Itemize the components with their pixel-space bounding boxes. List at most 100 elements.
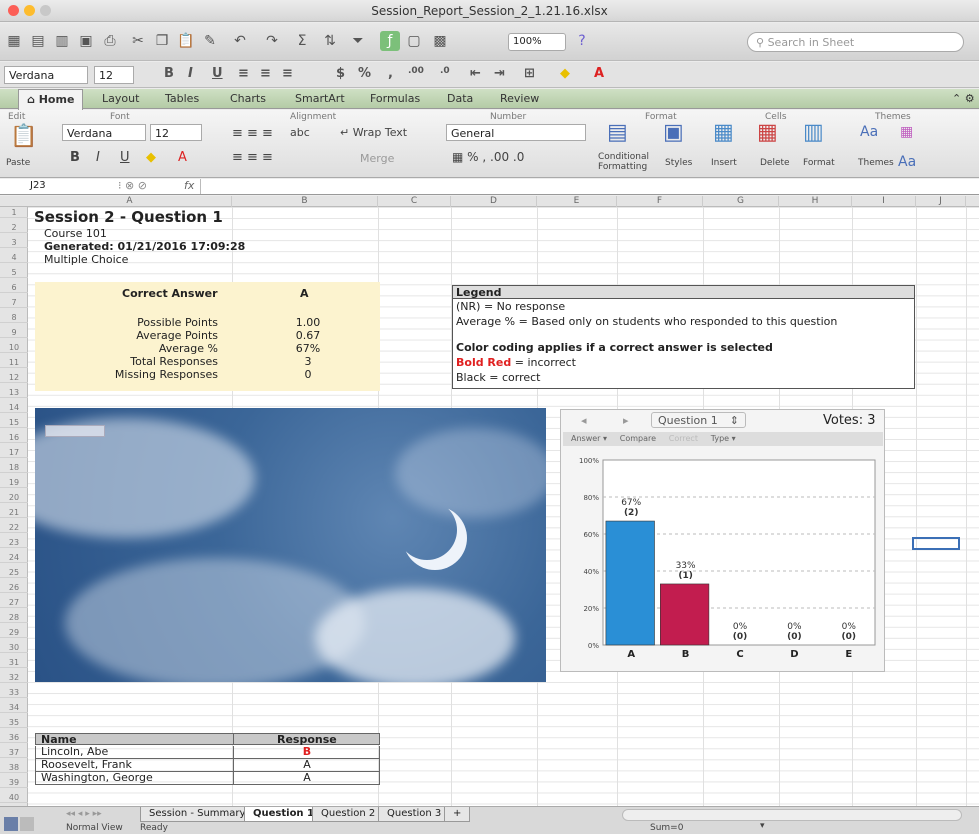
- delete-button[interactable]: Delete: [760, 158, 790, 168]
- themes-button[interactable]: Themes: [858, 158, 894, 168]
- fx-icon[interactable]: fx: [184, 179, 194, 192]
- new-workbook-icon[interactable]: ▦: [4, 31, 24, 51]
- cut-icon[interactable]: ✂: [128, 31, 148, 51]
- comma-icon[interactable]: ,: [388, 66, 393, 81]
- row-header[interactable]: 13: [0, 387, 28, 398]
- format-painter-icon[interactable]: ✎: [200, 31, 220, 51]
- column-header[interactable]: D: [451, 196, 537, 207]
- themes-icon[interactable]: Aa: [860, 124, 878, 140]
- font-color-icon[interactable]: A: [594, 66, 604, 81]
- text-orientation-button[interactable]: abc: [290, 126, 310, 139]
- number-tools-icon[interactable]: ▦ % , .00 .0: [452, 150, 524, 164]
- row-header[interactable]: 2: [0, 222, 28, 233]
- ribbon-size-select[interactable]: 12: [150, 124, 202, 141]
- sum-dropdown-icon[interactable]: ▾: [760, 821, 765, 831]
- row-header[interactable]: 34: [0, 702, 28, 713]
- sort-icon[interactable]: ⇅: [320, 31, 340, 51]
- gallery-icon[interactable]: ▤: [28, 31, 48, 51]
- save-icon[interactable]: ▣: [76, 31, 96, 51]
- format-icon[interactable]: ▥: [803, 120, 824, 145]
- paste-icon[interactable]: 📋: [176, 31, 196, 51]
- tab-tables[interactable]: Tables: [165, 92, 199, 105]
- column-header[interactable]: A: [28, 196, 232, 207]
- theme-fonts-icon[interactable]: Aa: [898, 154, 916, 170]
- row-header[interactable]: 5: [0, 267, 28, 278]
- column-header[interactable]: I: [852, 196, 916, 207]
- font-size-select[interactable]: 12: [94, 66, 134, 84]
- row-header[interactable]: 10: [0, 342, 28, 353]
- sky-moon-image[interactable]: [35, 408, 546, 682]
- row-header[interactable]: 19: [0, 477, 28, 488]
- underline-icon[interactable]: U: [212, 66, 223, 81]
- ribbon-fill-icon[interactable]: ◆: [146, 150, 156, 165]
- table-row[interactable]: Washington, George A: [35, 771, 380, 785]
- row-header[interactable]: 33: [0, 687, 28, 698]
- column-header[interactable]: G: [703, 196, 779, 207]
- row-header[interactable]: 7: [0, 297, 28, 308]
- image-controls[interactable]: [45, 425, 105, 437]
- number-format-select[interactable]: General: [446, 124, 586, 141]
- copy-icon[interactable]: ❐: [152, 31, 172, 51]
- row-header[interactable]: 12: [0, 372, 28, 383]
- filter-icon[interactable]: ⏷: [348, 31, 368, 51]
- indent-icon[interactable]: ⇥: [494, 66, 505, 81]
- tab-data[interactable]: Data: [447, 92, 473, 105]
- print-icon[interactable]: ⎙: [100, 31, 120, 51]
- tab-scroll-icon[interactable]: ◂◂ ◂ ▸ ▸▸: [66, 809, 102, 819]
- row-header[interactable]: 15: [0, 417, 28, 428]
- toolbox-icon[interactable]: ▢: [404, 31, 424, 51]
- row-header[interactable]: 26: [0, 582, 28, 593]
- search-input[interactable]: ⚲ Search in Sheet: [747, 32, 964, 52]
- row-header[interactable]: 17: [0, 447, 28, 458]
- row-header[interactable]: 22: [0, 522, 28, 533]
- row-header[interactable]: 11: [0, 357, 28, 368]
- tab-layout[interactable]: Layout: [102, 92, 139, 105]
- column-header[interactable]: J: [916, 196, 966, 207]
- row-header[interactable]: 36: [0, 732, 28, 743]
- ribbon-italic-icon[interactable]: I: [96, 150, 100, 165]
- row-header[interactable]: 32: [0, 672, 28, 683]
- row-header[interactable]: 37: [0, 747, 28, 758]
- compare-menu[interactable]: Compare: [620, 434, 656, 443]
- delete-icon[interactable]: ▦: [757, 120, 778, 145]
- autosum-icon[interactable]: Σ: [292, 31, 312, 51]
- ribbon-align-left-icon[interactable]: ≡ ≡ ≡: [232, 150, 273, 165]
- row-header[interactable]: 29: [0, 627, 28, 638]
- answer-menu[interactable]: Answer ▾: [571, 434, 607, 443]
- increase-decimal-icon[interactable]: .00: [408, 66, 424, 76]
- selected-cell[interactable]: [912, 537, 960, 550]
- formula-input[interactable]: [200, 179, 979, 194]
- open-icon[interactable]: ▥: [52, 31, 72, 51]
- tab-review[interactable]: Review: [500, 92, 539, 105]
- function-icon[interactable]: ƒ: [380, 31, 400, 51]
- row-header[interactable]: 40: [0, 792, 28, 803]
- row-header[interactable]: 39: [0, 777, 28, 788]
- row-header[interactable]: 28: [0, 612, 28, 623]
- conditional-formatting-icon[interactable]: ▤: [607, 120, 628, 145]
- fill-color-icon[interactable]: ◆: [560, 66, 570, 81]
- bold-icon[interactable]: B: [164, 66, 174, 81]
- zoom-select[interactable]: 100%: [508, 33, 566, 51]
- wrap-text-button[interactable]: ↵ Wrap Text: [340, 126, 407, 139]
- row-header[interactable]: 14: [0, 402, 28, 413]
- merge-button[interactable]: Merge: [360, 152, 394, 165]
- ribbon-bold-icon[interactable]: B: [70, 150, 80, 165]
- formula-controls-icon[interactable]: ⁝ ⊗ ⊘: [118, 179, 147, 192]
- sheet-tab-question-2[interactable]: Question 2: [312, 807, 385, 822]
- row-header[interactable]: 23: [0, 537, 28, 548]
- row-header[interactable]: 4: [0, 252, 28, 263]
- horizontal-scrollbar[interactable]: [622, 809, 962, 821]
- tab-smartart[interactable]: SmartArt: [295, 92, 345, 105]
- row-header[interactable]: 1: [0, 207, 28, 218]
- row-header[interactable]: 31: [0, 657, 28, 668]
- italic-icon[interactable]: I: [188, 66, 193, 81]
- row-header[interactable]: 35: [0, 717, 28, 728]
- sheet-tab-question-3[interactable]: Question 3: [378, 807, 451, 822]
- paste-large-icon[interactable]: 📋: [10, 124, 37, 149]
- tab-formulas[interactable]: Formulas: [370, 92, 420, 105]
- type-menu[interactable]: Type ▾: [711, 434, 736, 443]
- borders-icon[interactable]: ⊞: [524, 66, 535, 81]
- ribbon-font-color-icon[interactable]: A: [178, 150, 187, 165]
- currency-icon[interactable]: $: [336, 66, 345, 81]
- normal-view-icon[interactable]: [4, 817, 18, 831]
